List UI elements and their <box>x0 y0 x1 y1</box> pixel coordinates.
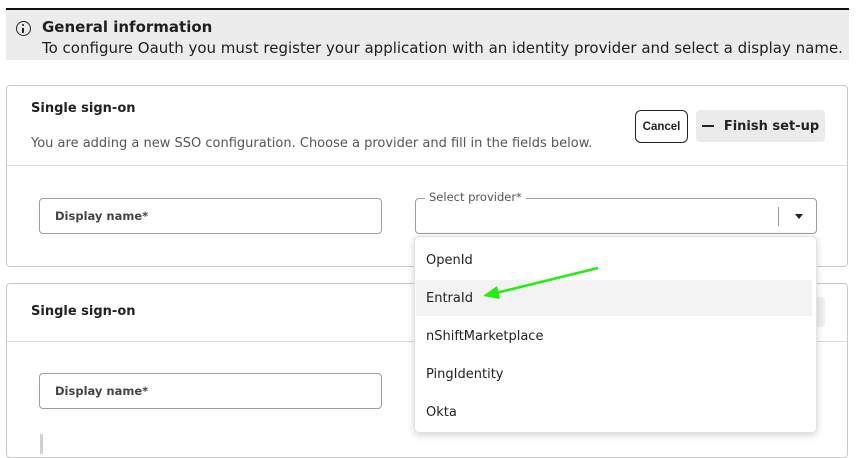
select-separator <box>778 207 779 226</box>
provider-option-okta[interactable]: Okta <box>416 394 812 430</box>
info-icon <box>16 21 31 36</box>
finish-setup-button[interactable]: Finish set-up <box>696 110 825 142</box>
card-divider <box>7 165 847 166</box>
display-name-input[interactable]: Display name* <box>39 373 382 409</box>
provider-option-openid[interactable]: OpenId <box>416 242 812 278</box>
provider-option-nshiftmarketplace[interactable]: nShiftMarketplace <box>416 318 812 354</box>
banner-text: To configure Oauth you must register you… <box>42 39 843 57</box>
card-title: Single sign-on <box>31 304 136 319</box>
select-provider-dropdown[interactable]: Select provider* <box>415 190 817 234</box>
display-name-input[interactable]: Display name* <box>39 198 382 234</box>
display-name-placeholder: Display name* <box>55 209 149 223</box>
banner-title: General information <box>42 18 213 36</box>
card-title: Single sign-on <box>31 101 136 116</box>
provider-option-entraid[interactable]: EntraId <box>416 280 812 316</box>
general-information-banner: General information To configure Oauth y… <box>6 8 849 60</box>
finish-setup-label: Finish set-up <box>723 118 820 134</box>
provider-option-pingidentity[interactable]: PingIdentity <box>416 356 812 392</box>
cancel-button[interactable]: Cancel <box>635 110 688 143</box>
select-provider-label: Select provider* <box>425 190 526 204</box>
chevron-down-icon[interactable] <box>795 214 803 219</box>
card-subtitle: You are adding a new SSO configuration. … <box>31 136 593 151</box>
minus-icon <box>701 125 714 127</box>
provider-options-menu: OpenId EntraId nShiftMarketplace PingIde… <box>414 236 817 433</box>
display-name-placeholder: Display name* <box>55 384 149 398</box>
partial-field <box>40 434 43 454</box>
